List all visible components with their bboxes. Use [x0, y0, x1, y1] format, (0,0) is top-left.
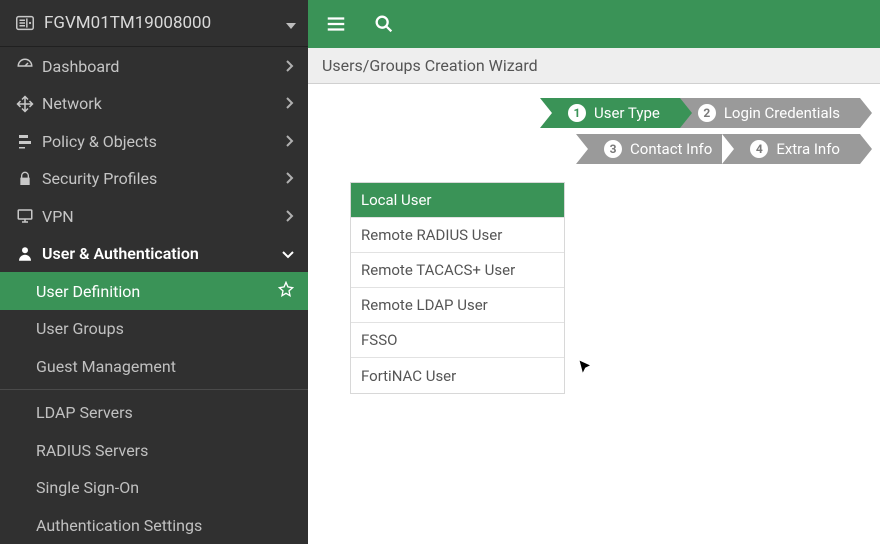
- wizard-step-extra-info[interactable]: 4 Extra Info: [722, 134, 860, 164]
- monitor-icon: [14, 207, 36, 225]
- sidebar-sub-label: Authentication Settings: [36, 516, 294, 535]
- step-label: User Type: [594, 104, 660, 122]
- step-number: 4: [750, 140, 768, 158]
- caret-down-icon: [286, 14, 296, 33]
- page-title: Users/Groups Creation Wizard: [322, 56, 538, 75]
- sidebar: FGVM01TM19008000 Dashboard Network Polic…: [0, 0, 308, 544]
- option-label: FortiNAC User: [361, 367, 456, 385]
- option-label: Remote LDAP User: [361, 296, 488, 314]
- user-type-option-local-user[interactable]: Local User: [351, 183, 564, 218]
- sidebar-divider: [0, 389, 308, 390]
- chevron-right-icon: [286, 207, 294, 226]
- sidebar-sub-label: User Groups: [36, 319, 294, 338]
- sidebar-sub-guest-management[interactable]: Guest Management: [0, 348, 308, 386]
- chevron-right-icon: [286, 169, 294, 188]
- page-title-bar: Users/Groups Creation Wizard: [308, 48, 880, 84]
- gauge-icon: [14, 57, 36, 75]
- sidebar-sub-label: RADIUS Servers: [36, 441, 294, 460]
- sidebar-item-label: VPN: [42, 207, 286, 226]
- sidebar-sub-user-groups[interactable]: User Groups: [0, 310, 308, 348]
- policy-icon: [14, 132, 36, 150]
- sidebar-item-security-profiles[interactable]: Security Profiles: [0, 160, 308, 198]
- user-type-option-remote-radius-user[interactable]: Remote RADIUS User: [351, 218, 564, 253]
- wizard-content: 1 User Type 2 Login Credentials 3 Contac…: [308, 84, 880, 544]
- hamburger-menu-button[interactable]: [322, 10, 350, 38]
- option-label: Remote TACACS+ User: [361, 261, 515, 279]
- move-icon: [14, 95, 36, 113]
- user-icon: [14, 245, 36, 263]
- step-label: Login Credentials: [724, 104, 840, 122]
- lock-icon: [14, 171, 36, 187]
- sidebar-sub-label: LDAP Servers: [36, 403, 294, 422]
- user-type-option-fsso[interactable]: FSSO: [351, 323, 564, 358]
- sidebar-item-user-auth[interactable]: User & Authentication: [0, 235, 308, 273]
- sidebar-sub-radius-servers[interactable]: RADIUS Servers: [0, 432, 308, 470]
- sidebar-item-policy-objects[interactable]: Policy & Objects: [0, 122, 308, 160]
- sidebar-item-label: Network: [42, 94, 286, 113]
- step-label: Contact Info: [630, 140, 712, 158]
- sidebar-sub-label: User Definition: [36, 282, 278, 301]
- user-type-option-fortinac-user[interactable]: FortiNAC User: [351, 358, 564, 393]
- sidebar-item-label: Security Profiles: [42, 169, 286, 188]
- wizard-steps: 1 User Type 2 Login Credentials 3 Contac…: [328, 98, 860, 164]
- step-number: 1: [568, 104, 586, 122]
- sidebar-item-label: Dashboard: [42, 57, 286, 76]
- sidebar-item-label: User & Authentication: [42, 244, 282, 263]
- option-label: Local User: [361, 191, 432, 209]
- sidebar-item-network[interactable]: Network: [0, 85, 308, 123]
- sidebar-sub-auth-settings[interactable]: Authentication Settings: [0, 507, 308, 544]
- star-outline-icon[interactable]: [278, 281, 294, 301]
- sidebar-item-vpn[interactable]: VPN: [0, 197, 308, 235]
- main-panel: Users/Groups Creation Wizard 1 User Type…: [308, 0, 880, 544]
- step-number: 2: [698, 104, 716, 122]
- option-label: Remote RADIUS User: [361, 226, 502, 244]
- user-type-option-remote-ldap-user[interactable]: Remote LDAP User: [351, 288, 564, 323]
- sidebar-item-dashboard[interactable]: Dashboard: [0, 47, 308, 85]
- fortigate-logo-icon: [14, 12, 36, 34]
- chevron-down-icon: [282, 244, 294, 263]
- step-number: 3: [604, 140, 622, 158]
- sidebar-sub-ldap-servers[interactable]: LDAP Servers: [0, 394, 308, 432]
- device-name: FGVM01TM19008000: [44, 13, 286, 33]
- wizard-step-user-type[interactable]: 1 User Type: [540, 98, 680, 128]
- topbar: [308, 0, 880, 48]
- chevron-right-icon: [286, 132, 294, 151]
- user-type-option-remote-tacacs-user[interactable]: Remote TACACS+ User: [351, 253, 564, 288]
- user-type-options: Local User Remote RADIUS User Remote TAC…: [350, 182, 565, 394]
- step-label: Extra Info: [776, 140, 840, 158]
- chevron-right-icon: [286, 57, 294, 76]
- sidebar-sub-single-sign-on[interactable]: Single Sign-On: [0, 469, 308, 507]
- sidebar-sub-label: Guest Management: [36, 357, 294, 376]
- wizard-step-contact-info[interactable]: 3 Contact Info: [576, 134, 732, 164]
- wizard-step-login-credentials[interactable]: 2 Login Credentials: [670, 98, 860, 128]
- sidebar-item-label: Policy & Objects: [42, 132, 286, 151]
- mouse-cursor-icon: [578, 359, 594, 379]
- search-button[interactable]: [370, 10, 398, 38]
- device-selector[interactable]: FGVM01TM19008000: [0, 0, 308, 47]
- option-label: FSSO: [361, 331, 397, 349]
- sidebar-sub-label: Single Sign-On: [36, 478, 294, 497]
- chevron-right-icon: [286, 94, 294, 113]
- sidebar-sub-user-definition[interactable]: User Definition: [0, 272, 308, 310]
